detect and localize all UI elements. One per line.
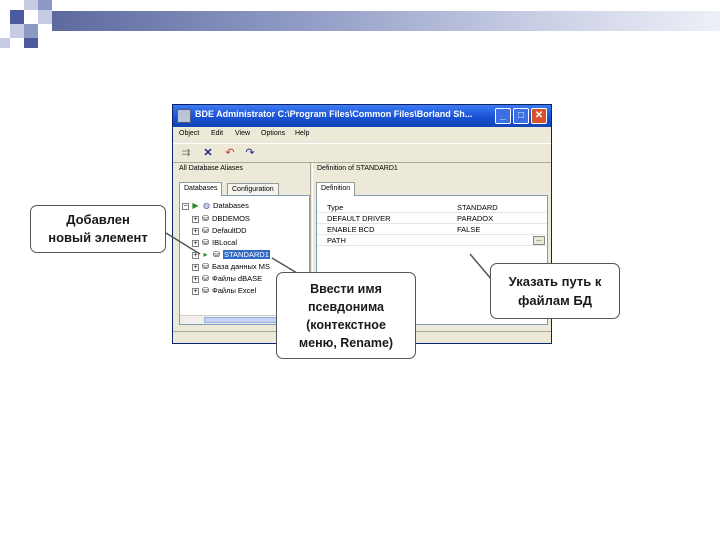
expand-toggle[interactable]: +: [192, 275, 199, 283]
window-titlebar[interactable]: BDE Administrator C:\Program Files\Commo…: [173, 105, 551, 127]
deco-square: [24, 38, 38, 48]
databases-icon: ◍: [203, 201, 210, 210]
tree-item[interactable]: + ⛁ База данных MS: [192, 261, 270, 272]
tree-item-label: Файлы dBASE: [212, 274, 263, 283]
window-title: BDE Administrator C:\Program Files\Commo…: [195, 109, 473, 119]
minimize-button[interactable]: _: [495, 108, 511, 124]
db-icon: ⛁: [202, 274, 209, 283]
expand-toggle[interactable]: +: [192, 215, 199, 223]
definition-key: PATH: [327, 236, 346, 245]
definition-row[interactable]: ENABLE BCD FALSE: [317, 224, 547, 235]
definition-header: Definition of STANDARD1: [317, 165, 398, 172]
expand-toggle[interactable]: +: [192, 263, 199, 271]
expand-toggle[interactable]: +: [192, 251, 199, 259]
callout-line: Указать путь к: [508, 274, 602, 289]
menu-options[interactable]: Options: [261, 130, 285, 137]
definition-key: DEFAULT DRIVER: [327, 214, 391, 223]
db-icon: ⛁: [202, 238, 209, 247]
db-icon: ⛁: [202, 214, 209, 223]
callout-rename-alias: Ввести имя псевдонима (контекстное меню,…: [276, 272, 416, 359]
expand-arrow-icon: ▸: [203, 250, 208, 259]
definition-row[interactable]: PATH ...: [317, 235, 547, 246]
menu-help[interactable]: Help: [295, 130, 309, 137]
tree-item[interactable]: − ▶ ◍ Databases: [182, 200, 249, 211]
expand-toggle[interactable]: +: [192, 239, 199, 247]
menu-object[interactable]: Object: [179, 130, 199, 137]
browse-path-button[interactable]: ...: [533, 236, 545, 245]
definition-key: Type: [327, 203, 344, 212]
callout-line: файлам БД: [518, 293, 592, 308]
deco-square: [24, 0, 38, 10]
tab-definition[interactable]: Definition: [316, 182, 356, 196]
redo-icon[interactable]: ↷: [243, 147, 257, 159]
deco-square: [38, 0, 52, 10]
tree-item-label: DBDEMOS: [212, 214, 250, 223]
db-icon: ⛁: [202, 226, 209, 235]
tree-item-selected[interactable]: + ▸ ⛁ STANDARD1: [192, 249, 270, 260]
callout-line: (контекстное: [306, 318, 386, 332]
deco-square: [10, 10, 24, 24]
definition-value[interactable]: PARADOX: [457, 213, 493, 224]
tab-databases[interactable]: Databases: [179, 182, 223, 196]
aliases-header: All Database Aliases: [179, 165, 243, 172]
tree-item[interactable]: + ⛁ DefaultDD: [192, 225, 247, 236]
tree-item[interactable]: + ⛁ Файлы dBASE: [192, 273, 262, 284]
tree-item-label: Файлы Excel: [212, 286, 257, 295]
definition-row[interactable]: DEFAULT DRIVER PARADOX: [317, 213, 547, 224]
db-icon: ⛁: [202, 262, 209, 271]
callout-line: новый элемент: [48, 230, 148, 245]
expand-arrow-icon: ▶: [192, 201, 199, 210]
menu-edit[interactable]: Edit: [211, 130, 223, 137]
definition-key: ENABLE BCD: [327, 225, 375, 234]
tree-item-label: Databases: [213, 201, 249, 210]
expand-toggle[interactable]: +: [192, 227, 199, 235]
slide-decoration: [0, 0, 720, 50]
close-button[interactable]: ✕: [531, 108, 547, 124]
toolbar: ⇉ ✕ ↶ ↷: [173, 143, 551, 163]
expand-toggle[interactable]: +: [192, 287, 199, 295]
callout-line: Ввести имя: [310, 282, 382, 296]
definition-value[interactable]: FALSE: [457, 224, 480, 235]
callout-line: Добавлен: [66, 212, 130, 227]
deco-gradient-bar: [52, 11, 720, 31]
tree-item-label: DefaultDD: [212, 226, 247, 235]
db-icon: ⛁: [202, 286, 209, 295]
callout-line: меню, Rename): [298, 336, 394, 350]
definition-row[interactable]: Type STANDARD: [317, 202, 547, 213]
menu-bar: Object Edit View Options Help: [173, 128, 551, 142]
delete-icon[interactable]: ✕: [201, 147, 215, 159]
callout-set-path: Указать путь к файлам БД: [490, 263, 620, 319]
deco-square: [24, 24, 38, 38]
tree-item-label: База данных MS: [212, 262, 271, 271]
app-icon: [177, 109, 191, 123]
deco-square: [10, 24, 24, 38]
deco-square: [38, 10, 52, 24]
tree-item-label: IBLocal: [212, 238, 238, 247]
callout-added-element: Добавлен новый элемент: [30, 205, 166, 253]
apply-icon[interactable]: ⇉: [179, 147, 193, 159]
callout-line: псевдонима: [308, 300, 384, 314]
menu-view[interactable]: View: [235, 130, 250, 137]
tree-item[interactable]: + ⛁ Файлы Excel: [192, 285, 256, 296]
tree-item[interactable]: + ⛁ IBLocal: [192, 237, 237, 248]
tree-item[interactable]: + ⛁ DBDEMOS: [192, 213, 250, 224]
deco-square: [0, 38, 10, 48]
db-icon: ⛁: [213, 250, 220, 259]
maximize-button[interactable]: □: [513, 108, 529, 124]
undo-icon[interactable]: ↶: [223, 147, 237, 159]
definition-value[interactable]: STANDARD: [457, 202, 498, 213]
collapse-toggle[interactable]: −: [182, 202, 189, 210]
tree-item-label: STANDARD1: [223, 250, 270, 259]
